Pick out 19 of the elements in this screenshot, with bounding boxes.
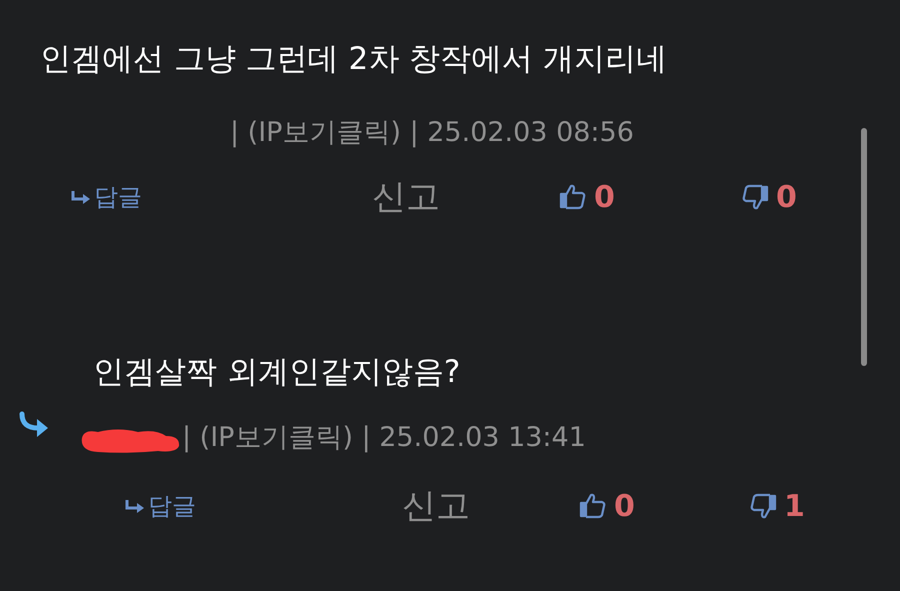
reply-link[interactable]: 답글 — [70, 181, 372, 213]
comment-meta: | (IP보기클릭) | 25.02.03 13:41 — [182, 421, 586, 455]
like-count: 0 — [594, 180, 615, 214]
thumbs-down-icon — [740, 182, 770, 212]
report-link[interactable]: 신고 — [372, 174, 558, 220]
report-link[interactable]: 신고 — [402, 483, 578, 529]
like-count: 0 — [614, 488, 635, 524]
thumbs-down-icon — [748, 491, 778, 521]
comment-text: 인겜에선 그냥 그런데 2차 창작에서 개지리네 — [40, 40, 668, 79]
comment-meta: | (IP보기클릭) | 25.02.03 08:56 — [230, 116, 634, 150]
comment-text: 인겜살짝 외계인같지않음? — [93, 353, 462, 392]
dislike-count: 0 — [776, 180, 797, 214]
arrow-icon — [70, 190, 92, 204]
arrow-icon — [124, 499, 146, 513]
reply-link[interactable]: 답글 — [124, 490, 402, 522]
thumbs-up-icon — [558, 182, 588, 212]
scrollbar[interactable] — [861, 128, 867, 366]
thumbs-up-icon — [578, 491, 608, 521]
dislike-count: 1 — [784, 488, 805, 524]
